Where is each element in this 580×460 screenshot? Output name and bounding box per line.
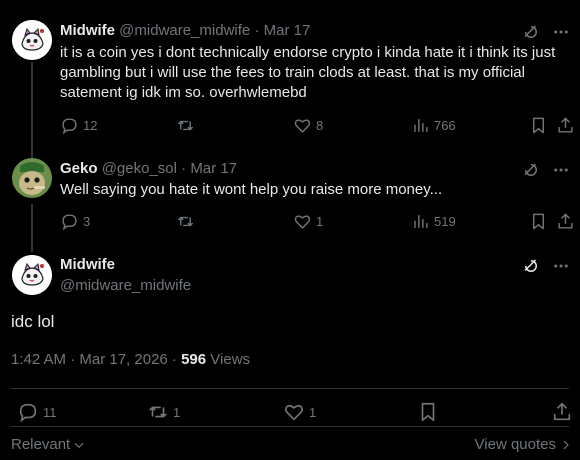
bookmark-button[interactable] — [529, 116, 548, 135]
post-text: it is a coin yes i dont technically endo… — [60, 44, 556, 101]
heart-icon — [283, 401, 305, 423]
views-label: Views — [206, 351, 251, 368]
views-icon — [411, 212, 430, 231]
heart-icon — [293, 116, 312, 135]
post-actions: 3 1 519 — [60, 212, 575, 232]
post-date[interactable]: Mar 17 — [264, 22, 311, 39]
views-button[interactable]: 519 — [411, 212, 456, 231]
reply-count: 12 — [83, 118, 98, 133]
views-button[interactable]: 766 — [411, 116, 456, 135]
views-icon — [411, 116, 430, 135]
repost-button[interactable] — [176, 212, 199, 231]
author-handle[interactable]: @midware_midwife — [119, 22, 250, 39]
post-actions: 12 8 766 — [60, 116, 575, 136]
like-count: 8 — [316, 118, 324, 133]
chevron-right-icon — [560, 439, 572, 451]
midwife-avatar-image — [12, 255, 52, 295]
reply-icon — [60, 116, 79, 135]
post-top-actions — [522, 23, 570, 41]
bookmark-icon — [417, 401, 439, 423]
post-top-actions — [522, 161, 570, 179]
like-button[interactable]: 8 — [293, 116, 323, 135]
avatar[interactable] — [12, 255, 52, 295]
post-header: Geko @geko_sol · Mar 17 — [60, 160, 237, 177]
share-icon — [551, 401, 573, 423]
post-top-actions — [522, 257, 570, 275]
repost-icon — [176, 212, 195, 231]
reply-count: 3 — [83, 214, 91, 229]
sort-label: Relevant — [11, 436, 71, 453]
chevron-down-icon — [72, 438, 86, 452]
sort-dropdown[interactable]: Relevant — [11, 436, 86, 453]
midwife-avatar-image — [12, 20, 52, 60]
share-icon — [556, 212, 575, 231]
repost-button[interactable]: 1 — [147, 401, 180, 423]
reply-button[interactable]: 3 — [60, 212, 90, 231]
post-text: idc lol — [11, 312, 55, 331]
views-count: 766 — [434, 118, 456, 133]
author-name[interactable]: Geko — [60, 160, 98, 177]
author-handle[interactable]: @midware_midwife — [60, 277, 191, 294]
reply-count: 11 — [43, 404, 57, 420]
more-icon[interactable] — [552, 257, 570, 275]
like-button[interactable]: 1 — [283, 401, 316, 423]
reply-icon — [60, 212, 79, 231]
post-meta: 1:42 AM · Mar 17, 2026 · 596 Views — [11, 351, 250, 368]
divider — [11, 426, 569, 427]
share-icon — [556, 116, 575, 135]
repost-icon — [147, 401, 169, 423]
reply-button[interactable]: 11 — [17, 401, 57, 423]
author-name[interactable]: Midwife — [60, 256, 115, 273]
thread-line-2 — [31, 204, 33, 252]
grok-icon[interactable] — [522, 161, 540, 179]
bookmark-button[interactable] — [529, 212, 548, 231]
repost-icon — [176, 116, 195, 135]
view-quotes-link[interactable]: View quotes — [475, 436, 572, 453]
bookmark-button[interactable] — [417, 401, 439, 423]
like-count: 1 — [316, 214, 324, 229]
like-button[interactable]: 1 — [293, 212, 323, 231]
divider — [11, 388, 569, 389]
author-name[interactable]: Midwife — [60, 22, 115, 39]
post-text: Well saying you hate it wont help you ra… — [60, 181, 443, 198]
repost-count: 1 — [173, 404, 181, 420]
share-button[interactable] — [556, 212, 575, 231]
repost-button[interactable] — [176, 116, 199, 135]
separator: · — [181, 160, 187, 177]
geko-avatar-image — [12, 158, 52, 198]
post-timestamp[interactable]: 1:42 AM · Mar 17, 2026 · — [11, 351, 181, 368]
heart-icon — [293, 212, 312, 231]
bookmark-icon — [529, 116, 548, 135]
more-icon[interactable] — [552, 161, 570, 179]
share-button[interactable] — [556, 116, 575, 135]
author-handle[interactable]: @geko_sol — [102, 160, 177, 177]
avatar[interactable] — [12, 20, 52, 60]
bookmark-icon — [529, 212, 548, 231]
post-actions: 11 1 1 — [11, 401, 571, 425]
share-button[interactable] — [551, 401, 573, 423]
views-count: 596 — [181, 351, 207, 368]
avatar[interactable] — [12, 158, 52, 198]
post-date[interactable]: Mar 17 — [190, 160, 237, 177]
view-quotes-label: View quotes — [474, 436, 556, 453]
post-header: Midwife @midware_midwife · Mar 17 — [60, 22, 310, 39]
grok-icon[interactable] — [522, 23, 540, 41]
separator: · — [254, 22, 260, 39]
like-count: 1 — [309, 404, 317, 420]
more-icon[interactable] — [552, 23, 570, 41]
views-count: 519 — [434, 214, 456, 229]
thread-line-1 — [31, 62, 33, 158]
reply-icon — [17, 401, 39, 423]
reply-button[interactable]: 12 — [60, 116, 97, 135]
grok-icon[interactable] — [522, 257, 540, 275]
